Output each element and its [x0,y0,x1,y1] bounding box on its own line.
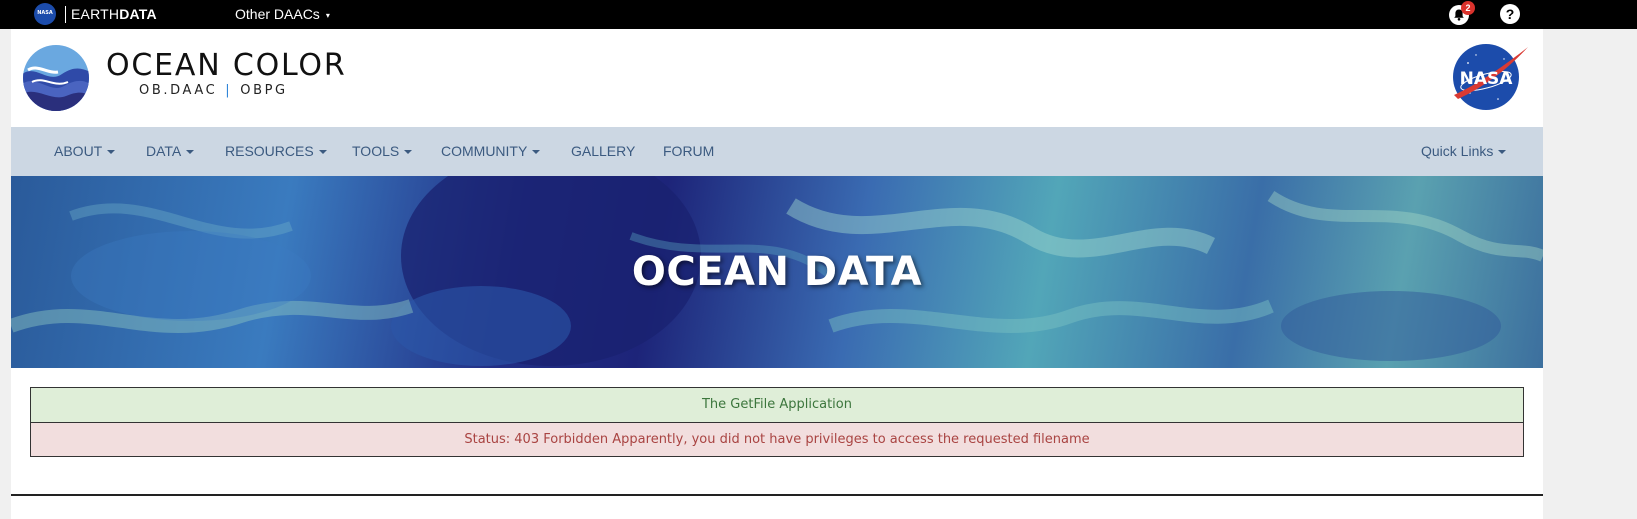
caret-down-icon [532,150,541,155]
other-daacs-label: Other DAACs [235,6,320,22]
nasa-mini-text: NASA [37,10,53,16]
ocean-color-logo-icon[interactable] [22,44,90,112]
nav-resources[interactable]: RESOURCES [225,127,327,176]
other-daacs-dropdown[interactable]: Other DAACs ▾ [235,6,330,24]
nav-forum-label: FORUM [663,143,715,159]
nav-forum[interactable]: FORUM [663,127,714,176]
caret-down-icon [107,150,116,155]
earthdata-prefix: EARTH [71,6,120,22]
earthdata-topbar: NASA EARTHDATA Other DAACs ▾ 2 ? [0,0,1637,29]
nav-gallery-label: GALLERY [571,143,636,159]
nav-tools-label: TOOLS [352,143,400,159]
notification-count-badge: 2 [1461,1,1475,15]
caret-down-icon: ▾ [325,10,330,20]
subtitle-obpg: OBPG [240,83,288,98]
nav-tools[interactable]: TOOLS [352,127,413,176]
error-alert: Status: 403 Forbidden Apparently, you di… [30,422,1524,457]
nasa-mini-logo-icon[interactable]: NASA [34,3,56,25]
nav-about[interactable]: ABOUT [54,127,116,176]
caret-down-icon [186,150,195,155]
page-container: OCEAN COLOR OB.DAAC | OBPG NASA ABOUT DATA… [11,29,1543,519]
nav-quick-links-label: Quick Links [1421,143,1494,159]
earthdata-link[interactable]: EARTHDATA [71,6,157,23]
hero-banner: OCEAN DATA [11,176,1543,368]
hero-title: OCEAN DATA [631,249,923,295]
nasa-logo-text: NASA [1460,69,1514,89]
site-subtitle: OB.DAAC | OBPG [139,83,288,99]
subtitle-obdaac: OB.DAAC [139,83,218,98]
nav-resources-label: RESOURCES [225,143,314,159]
main-nav: ABOUT DATA RESOURCES TOOLS COMMUNITY GAL… [11,127,1543,176]
subtitle-separator: | [225,83,233,98]
earthdata-divider [65,6,66,23]
caret-down-icon [318,150,327,155]
caret-down-icon [404,150,413,155]
nav-data[interactable]: DATA [146,127,195,176]
nasa-logo-icon[interactable]: NASA [1448,41,1530,113]
nav-quick-links[interactable]: Quick Links [1421,127,1507,176]
earthdata-bold: DATA [119,6,157,22]
nav-data-label: DATA [146,143,182,159]
nav-about-label: ABOUT [54,143,103,159]
nav-community-label: COMMUNITY [441,143,528,159]
info-alert: The GetFile Application [30,387,1524,422]
caret-down-icon [1498,150,1507,155]
nav-gallery[interactable]: GALLERY [571,127,635,176]
nav-community[interactable]: COMMUNITY [441,127,541,176]
site-title[interactable]: OCEAN COLOR [106,49,346,83]
footer-divider [11,494,1543,496]
help-button[interactable]: ? [1500,4,1520,24]
